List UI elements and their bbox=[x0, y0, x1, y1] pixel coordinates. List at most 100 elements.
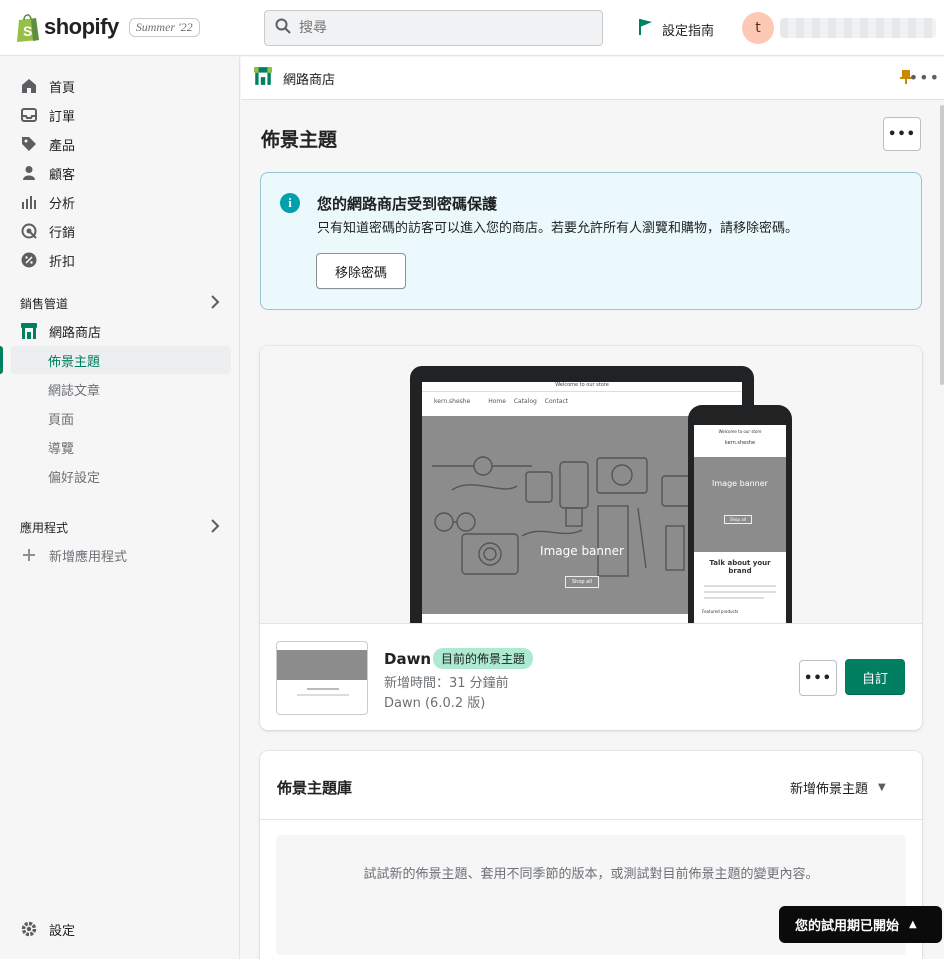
page-more-actions-button[interactable]: ••• bbox=[883, 117, 921, 151]
current-theme-card: Welcome to our store kern.sheshe Home Ca… bbox=[260, 346, 922, 730]
phone-hero-label: Image banner bbox=[712, 479, 768, 488]
customize-button[interactable]: 自訂 bbox=[845, 659, 905, 695]
search-bar[interactable] bbox=[264, 10, 603, 46]
empty-state-text: 試試新的佈景主題、套用不同季節的版本，或測試對目前佈景主題的變更內容。 bbox=[363, 867, 819, 882]
person-icon bbox=[20, 164, 38, 182]
bar-chart-icon bbox=[20, 193, 38, 211]
preview-store-name: kern.sheshe bbox=[434, 398, 471, 405]
sidebar-item-label: 設定 bbox=[49, 923, 76, 939]
shopify-logo[interactable]: S shopify Summer '22 bbox=[16, 12, 200, 42]
sidebar-sub-themes[interactable]: 佈景主題 bbox=[48, 347, 100, 373]
theme-version: Dawn (6.0.2 版) bbox=[384, 696, 486, 711]
subheader-title: 網路商店 bbox=[283, 72, 336, 88]
thumb-line bbox=[297, 694, 349, 696]
sidebar-item-label: 顧客 bbox=[49, 167, 76, 183]
sidebar-item-label: 行銷 bbox=[49, 225, 76, 241]
phone-store-name: kern.sheshe bbox=[724, 440, 756, 446]
caret-up-icon: ▲ bbox=[909, 919, 917, 930]
thumb-hero bbox=[277, 650, 367, 680]
search-input[interactable] bbox=[299, 20, 579, 36]
theme-name: Dawn bbox=[384, 650, 432, 668]
preview-nav-home: Home bbox=[488, 398, 506, 405]
active-indicator bbox=[0, 346, 3, 374]
add-app-label: 新增應用程式 bbox=[49, 549, 128, 565]
divider bbox=[260, 819, 922, 820]
phone-brand-heading: Talk about your brand bbox=[709, 559, 771, 575]
phone-mockup: Welcome to our store kern.sheshe Image b… bbox=[688, 405, 792, 623]
sidebar-item-products[interactable]: 產品 bbox=[20, 131, 230, 157]
sidebar-item-orders[interactable]: 訂單 bbox=[20, 102, 230, 128]
current-theme-badge: 目前的佈景主題 bbox=[433, 648, 534, 669]
sidebar-item-label: 產品 bbox=[49, 138, 76, 154]
app-subheader: 網路商店 ••• bbox=[241, 57, 944, 100]
password-protection-banner: i 您的網路商店受到密碼保護 只有知道密碼的訪客可以進入您的商店。若要允許所有人… bbox=[260, 172, 922, 310]
setup-guide-link[interactable]: 設定指南 bbox=[638, 18, 714, 40]
sidebar-sub-pages[interactable]: 頁面 bbox=[48, 405, 74, 431]
trial-started-pill[interactable]: 您的試用期已開始 ▲ bbox=[779, 906, 942, 943]
avatar[interactable]: t bbox=[742, 12, 774, 44]
theme-actions-button[interactable]: ••• bbox=[799, 660, 837, 696]
phone-text-line bbox=[704, 597, 764, 599]
add-theme-dropdown[interactable]: 新增佈景主題 ▼ bbox=[790, 778, 886, 797]
scrollbar[interactable] bbox=[940, 105, 944, 385]
setup-guide-label: 設定指南 bbox=[662, 23, 715, 39]
edition-badge: Summer '22 bbox=[128, 17, 200, 37]
phone-screen: Welcome to our store kern.sheshe Image b… bbox=[694, 425, 786, 623]
sidebar-sub-navigation[interactable]: 導覽 bbox=[48, 434, 74, 460]
target-icon bbox=[20, 222, 38, 240]
chevron-right-icon[interactable] bbox=[210, 295, 220, 312]
sidebar-item-label: 訂單 bbox=[49, 109, 76, 125]
preview-nav-contact: Contact bbox=[544, 398, 569, 405]
main-content: 網路商店 ••• 佈景主題 ••• i 您的網路商店受到密碼保護 只有知道密碼的… bbox=[241, 57, 944, 959]
sidebar-sub-blog-posts[interactable]: 網誌文章 bbox=[48, 376, 100, 402]
phone-text-line bbox=[704, 585, 776, 587]
trial-label: 您的試用期已開始 bbox=[795, 919, 900, 934]
svg-text:S: S bbox=[23, 23, 32, 39]
sidebar-item-label: 分析 bbox=[49, 196, 76, 212]
theme-info-row: Dawn 目前的佈景主題 新增時間：31 分鐘前 Dawn (6.0.2 版) … bbox=[260, 624, 922, 730]
phone-featured: Featured products bbox=[702, 609, 739, 614]
apps-label: 應用程式 bbox=[20, 521, 69, 535]
sidebar-item-marketing[interactable]: 行銷 bbox=[20, 218, 230, 244]
thumb-line bbox=[307, 688, 339, 690]
add-app-link[interactable]: 新增應用程式 bbox=[20, 542, 230, 568]
search-icon bbox=[275, 18, 291, 38]
sidebar-item-online-store[interactable]: 網路商店 bbox=[20, 318, 230, 344]
remove-password-button[interactable]: 移除密碼 bbox=[316, 253, 406, 289]
sales-channels-header[interactable]: 銷售管道 bbox=[20, 295, 220, 312]
user-name-redacted[interactable] bbox=[780, 18, 936, 38]
home-icon bbox=[20, 77, 38, 95]
banner-text: 只有知道密碼的訪客可以進入您的商店。若要允許所有人瀏覽和購物，請移除密碼。 bbox=[317, 221, 799, 236]
sidebar-item-customers[interactable]: 顧客 bbox=[20, 160, 230, 186]
active-highlight bbox=[11, 346, 231, 374]
theme-preview[interactable]: Welcome to our store kern.sheshe Home Ca… bbox=[260, 346, 922, 624]
preview-nav-catalog: Catalog bbox=[513, 398, 537, 405]
banner-title: 您的網路商店受到密碼保護 bbox=[317, 195, 498, 213]
sidebar-item-settings[interactable]: 設定 bbox=[20, 916, 230, 942]
orders-icon bbox=[20, 106, 38, 124]
theme-thumbnail bbox=[276, 641, 368, 715]
theme-added-time: 新增時間：31 分鐘前 bbox=[384, 676, 509, 691]
ellipsis-icon: ••• bbox=[804, 670, 832, 686]
sidebar-item-discounts[interactable]: 折扣 bbox=[20, 247, 230, 273]
phone-hero: Image banner Shop all bbox=[694, 457, 786, 552]
sales-channels-label: 銷售管道 bbox=[20, 297, 69, 311]
tag-icon bbox=[20, 135, 38, 153]
sidebar-sub-preferences[interactable]: 偏好設定 bbox=[48, 463, 100, 489]
apps-header[interactable]: 應用程式 bbox=[20, 519, 220, 536]
sidebar: 首頁 訂單 產品 顧客 分析 行銷 折扣 銷售管道 網路商店 佈景主題 網誌文章… bbox=[0, 57, 240, 959]
sidebar-item-label: 首頁 bbox=[49, 80, 76, 96]
more-options-icon[interactable]: ••• bbox=[909, 68, 940, 87]
shopify-bag-icon: S bbox=[16, 12, 40, 42]
plus-icon bbox=[20, 546, 38, 564]
sidebar-item-label: 折扣 bbox=[49, 254, 76, 270]
theme-library-title: 佈景主題庫 bbox=[277, 779, 353, 797]
caret-down-icon: ▼ bbox=[878, 782, 886, 793]
page-title: 佈景主題 bbox=[261, 129, 338, 151]
preview-nav: kern.sheshe Home Catalog Contact bbox=[434, 398, 568, 405]
preview-announcement: Welcome to our store bbox=[422, 382, 742, 392]
chevron-right-icon[interactable] bbox=[210, 519, 220, 536]
sidebar-item-home[interactable]: 首頁 bbox=[20, 73, 230, 99]
sidebar-item-analytics[interactable]: 分析 bbox=[20, 189, 230, 215]
ellipsis-icon: ••• bbox=[888, 126, 916, 142]
